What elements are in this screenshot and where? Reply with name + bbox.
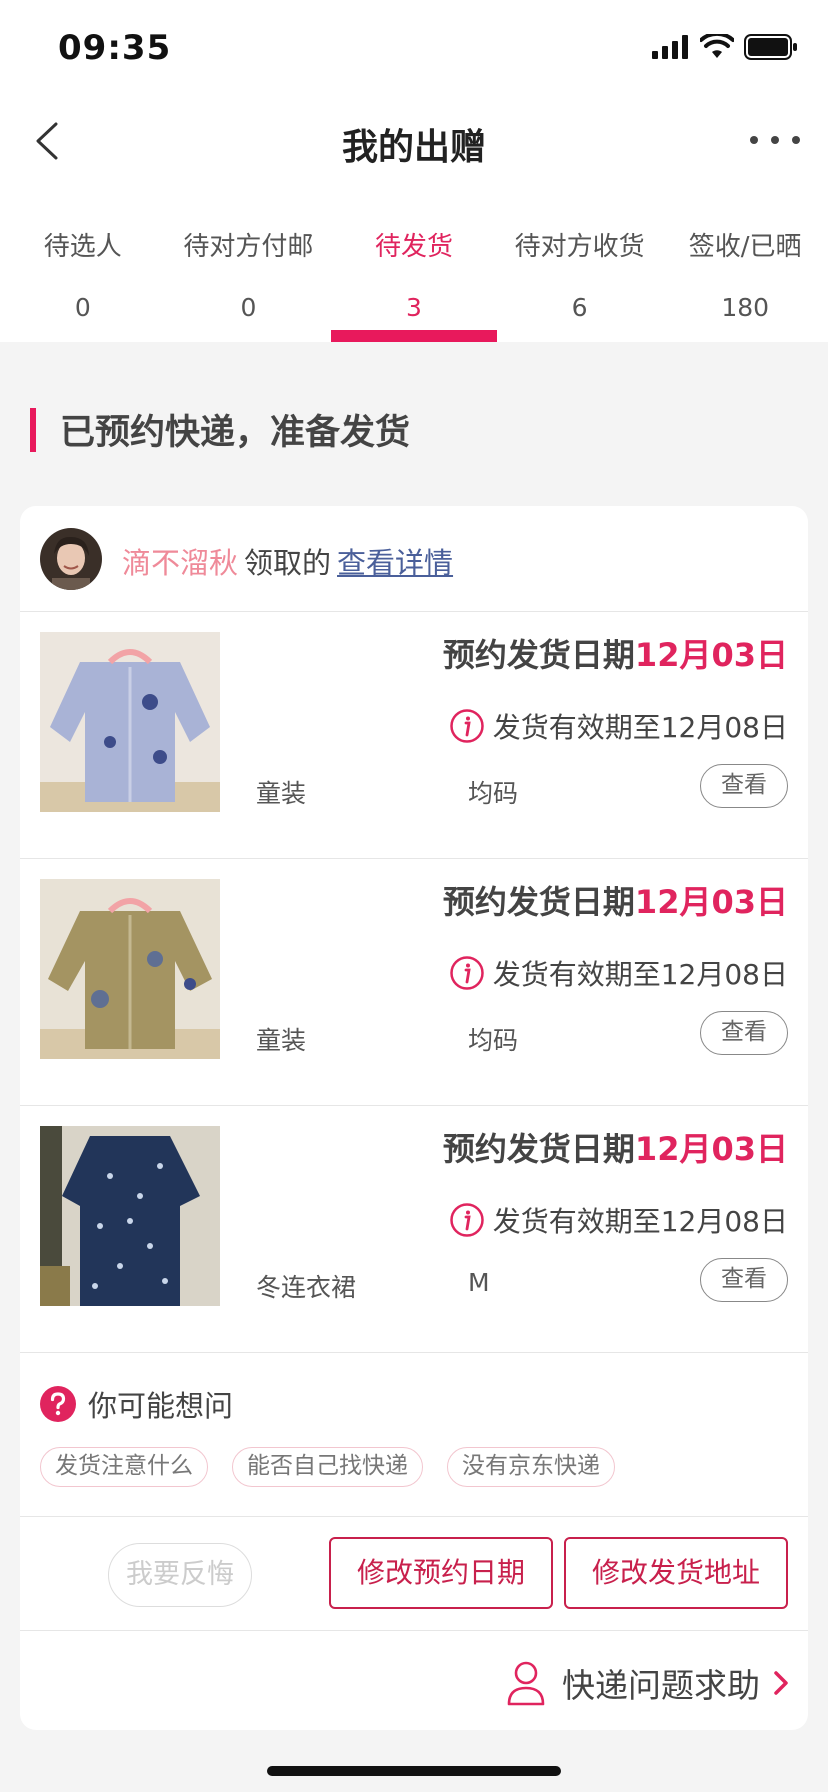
claimer-row: 滴不溜秋 领取的 查看详情 bbox=[20, 506, 808, 612]
list-item: 预约发货日期12月03日 发货有效期至12月08日 冬连衣裙 M 查看 bbox=[20, 1106, 808, 1353]
help-label: 快递问题求助 bbox=[562, 1666, 760, 1705]
claimer-name[interactable]: 滴不溜秋 bbox=[122, 546, 238, 580]
section-title: 已预约快递，准备发货 bbox=[60, 413, 411, 453]
faq-title: 你可能想问 bbox=[88, 1389, 234, 1423]
appointment-label: 预约发货日期 bbox=[442, 883, 635, 921]
item-category: 童装 bbox=[256, 779, 307, 808]
more-dot bbox=[750, 136, 758, 144]
item-photo[interactable] bbox=[40, 879, 220, 1059]
status-icons bbox=[652, 34, 798, 60]
tab-count: 0 bbox=[74, 293, 91, 322]
more-button[interactable] bbox=[750, 130, 800, 150]
tab-pending-postage[interactable]: 待对方付邮 0 bbox=[166, 184, 332, 342]
tab-pending-shipment[interactable]: 待发货 3 bbox=[331, 184, 497, 342]
info-icon bbox=[449, 956, 484, 990]
appointment-label: 预约发货日期 bbox=[442, 636, 635, 674]
validity-text: 发货有效期至12月08日 bbox=[492, 958, 788, 991]
chevron-right-icon bbox=[774, 1671, 788, 1695]
avatar-image bbox=[40, 528, 102, 590]
item-size: 均码 bbox=[468, 779, 519, 808]
info-icon bbox=[449, 1203, 484, 1237]
item-category: 冬连衣裙 bbox=[256, 1273, 357, 1302]
faq-header: 你可能想问 bbox=[40, 1383, 233, 1425]
change-date-button[interactable]: 修改预约日期 bbox=[329, 1537, 553, 1609]
action-bar: 我要反悔 修改预约日期 修改发货地址 bbox=[20, 1517, 808, 1631]
tab-count: 3 bbox=[406, 293, 422, 322]
tab-count: 180 bbox=[721, 293, 770, 322]
status-time: 09:35 bbox=[58, 28, 172, 68]
faq-tags: 发货注意什么 能否自己找快递 没有京东快递 bbox=[40, 1447, 615, 1487]
faq-tag[interactable]: 发货注意什么 bbox=[40, 1447, 208, 1487]
item-size: M bbox=[468, 1268, 490, 1297]
item-image bbox=[40, 879, 220, 1059]
more-dot bbox=[771, 136, 779, 144]
validity-row: 发货有效期至12月08日 bbox=[449, 706, 788, 746]
avatar[interactable] bbox=[40, 528, 102, 590]
tab-label: 签收/已晒 bbox=[688, 232, 802, 262]
section-header: 已预约快递，准备发货 bbox=[30, 404, 410, 455]
faq-tag[interactable]: 没有京东快递 bbox=[447, 1447, 615, 1487]
home-indicator[interactable] bbox=[267, 1766, 561, 1776]
view-button[interactable]: 查看 bbox=[700, 1258, 788, 1302]
appointment-date: 预约发货日期12月03日 bbox=[443, 877, 788, 923]
claimer-verb: 领取的 bbox=[244, 546, 332, 580]
help-row[interactable]: 快递问题求助 bbox=[20, 1631, 808, 1730]
status-bar: 09:35 bbox=[0, 0, 828, 96]
view-details-link[interactable]: 查看详情 bbox=[337, 546, 453, 580]
tab-label: 待选人 bbox=[43, 232, 122, 262]
item-size: 均码 bbox=[468, 1026, 519, 1055]
faq-section: 你可能想问 发货注意什么 能否自己找快递 没有京东快递 bbox=[20, 1353, 808, 1517]
nav-bar: 我的出赠 bbox=[0, 96, 828, 184]
appointment-date-value: 12月03日 bbox=[634, 1130, 788, 1168]
question-icon bbox=[40, 1386, 76, 1422]
validity-text: 发货有效期至12月08日 bbox=[492, 1205, 788, 1238]
section-accent-bar bbox=[30, 407, 36, 452]
tab-received[interactable]: 签收/已晒 180 bbox=[662, 184, 828, 342]
claimer-text: 滴不溜秋 领取的 查看详情 bbox=[122, 540, 453, 582]
status-tabs: 待选人 0 待对方付邮 0 待发货 3 待对方收货 6 签收/已晒 180 bbox=[0, 184, 828, 342]
change-address-button[interactable]: 修改发货地址 bbox=[564, 1537, 788, 1609]
more-dot bbox=[792, 136, 800, 144]
validity-row: 发货有效期至12月08日 bbox=[449, 953, 788, 993]
order-card: 滴不溜秋 领取的 查看详情 预约发货日期12月03日 发货有效期至12月08日 … bbox=[20, 506, 808, 1730]
regret-button[interactable]: 我要反悔 bbox=[108, 1543, 252, 1607]
validity-text: 发货有效期至12月08日 bbox=[492, 711, 788, 744]
active-tab-indicator bbox=[331, 330, 497, 342]
tab-label: 待对方付邮 bbox=[183, 232, 314, 262]
tab-count: 6 bbox=[571, 293, 588, 322]
item-image bbox=[40, 1126, 220, 1306]
view-button[interactable]: 查看 bbox=[700, 764, 788, 808]
list-item: 预约发货日期12月03日 发货有效期至12月08日 童装 均码 查看 bbox=[20, 612, 808, 859]
appointment-label: 预约发货日期 bbox=[442, 1130, 635, 1168]
tab-label: 待发货 bbox=[374, 232, 453, 262]
item-category: 童装 bbox=[256, 1026, 307, 1055]
appointment-date: 预约发货日期12月03日 bbox=[443, 1124, 788, 1170]
tab-pending-receipt[interactable]: 待对方收货 6 bbox=[497, 184, 663, 342]
appointment-date-value: 12月03日 bbox=[634, 636, 788, 674]
tab-label: 待对方收货 bbox=[514, 232, 645, 262]
wifi-icon bbox=[700, 34, 734, 58]
battery-icon bbox=[744, 34, 797, 60]
view-button[interactable]: 查看 bbox=[700, 1011, 788, 1055]
help-link[interactable]: 快递问题求助 bbox=[506, 1659, 792, 1707]
appointment-date: 预约发货日期12月03日 bbox=[443, 630, 788, 676]
item-photo[interactable] bbox=[40, 632, 220, 812]
signal-icon bbox=[652, 35, 688, 59]
faq-tag[interactable]: 能否自己找快递 bbox=[232, 1447, 423, 1487]
appointment-date-value: 12月03日 bbox=[634, 883, 788, 921]
person-icon bbox=[507, 1661, 545, 1706]
page-title: 我的出赠 bbox=[341, 127, 486, 168]
item-photo[interactable] bbox=[40, 1126, 220, 1306]
tab-count: 0 bbox=[240, 293, 257, 322]
item-image bbox=[40, 632, 220, 812]
info-icon bbox=[449, 709, 484, 743]
list-item: 预约发货日期12月03日 发货有效期至12月08日 童装 均码 查看 bbox=[20, 859, 808, 1106]
tab-pending-select[interactable]: 待选人 0 bbox=[0, 184, 166, 342]
validity-row: 发货有效期至12月08日 bbox=[449, 1200, 788, 1240]
